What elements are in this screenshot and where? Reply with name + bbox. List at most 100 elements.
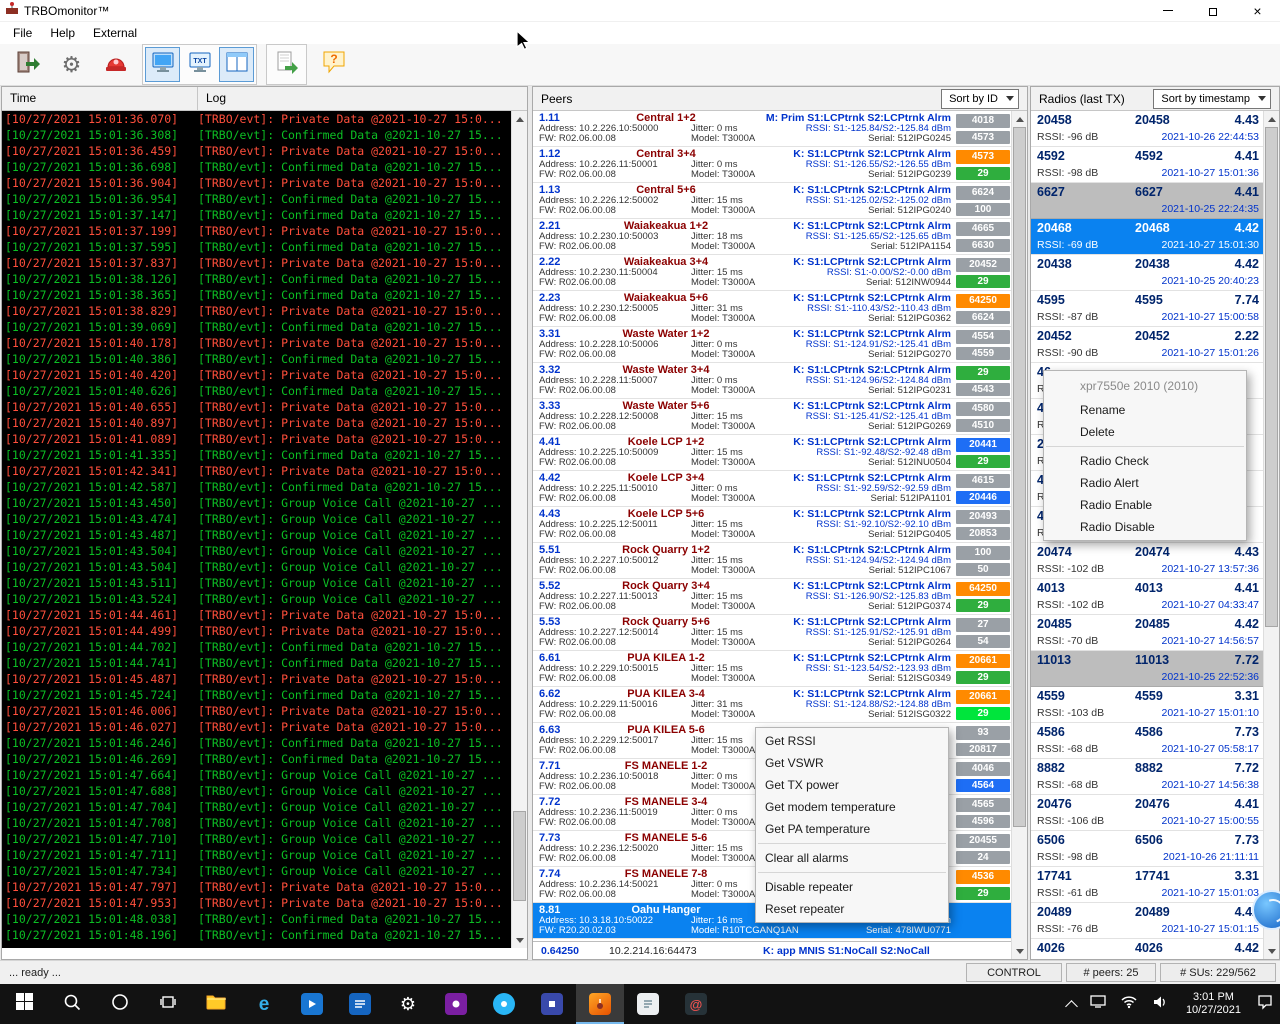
peers-scrollbar[interactable] (1011, 111, 1027, 959)
peer-row[interactable]: 1.12 Central 3+4 K: S1:LCPtrnk S2:LCPtrn… (533, 147, 1013, 183)
mail-app-button[interactable]: @ (672, 984, 720, 1024)
context-menu-item[interactable]: Delete (1044, 421, 1246, 443)
radio-row[interactable]: 4595 4595 7.74 RSSI: -87 dB 2021-10-27 1… (1031, 291, 1265, 327)
scroll-down-arrow[interactable] (1264, 943, 1279, 959)
context-menu-item[interactable]: Get modem temperature (756, 796, 948, 818)
peer-row[interactable]: 1.11 Central 1+2 M: Prim S1:LCPtrnk S2:L… (533, 111, 1013, 147)
search-button[interactable] (48, 984, 96, 1024)
radio-row[interactable]: 4013 4013 4.41 RSSI: -102 dB 2021-10-27 … (1031, 579, 1265, 615)
file-explorer-button[interactable] (192, 984, 240, 1024)
network-tray-button[interactable] (1113, 984, 1145, 1024)
scroll-up-arrow[interactable] (1012, 111, 1027, 127)
radio-row[interactable]: 11013 11013 7.72 2021-10-25 22:52:36 (1031, 651, 1265, 687)
scroll-up-arrow[interactable] (1264, 111, 1279, 127)
peer-row[interactable]: 6.61 PUA KILEA 1-2 K: S1:LCPtrnk S2:LCPt… (533, 651, 1013, 687)
action-center-button[interactable] (1250, 984, 1280, 1024)
context-menu-item[interactable]: Get RSSI (756, 730, 948, 752)
toolbar-export-button[interactable] (269, 47, 304, 82)
radio-row[interactable]: 20452 20452 2.22 RSSI: -90 dB 2021-10-27… (1031, 327, 1265, 363)
toolbar-alarm-button[interactable] (98, 47, 133, 82)
close-button[interactable]: × (1235, 0, 1280, 21)
radio-row[interactable]: 4592 4592 4.41 RSSI: -98 dB 2021-10-27 1… (1031, 147, 1265, 183)
scroll-up-arrow[interactable] (512, 111, 527, 127)
radio-row[interactable]: 4586 4586 7.73 RSSI: -68 dB 2021-10-27 0… (1031, 723, 1265, 759)
cortana-button[interactable] (96, 984, 144, 1024)
context-menu-item[interactable]: Get PA temperature (756, 818, 948, 840)
start-button[interactable] (0, 984, 48, 1024)
edge-button[interactable]: e (240, 984, 288, 1024)
menu-item[interactable]: Help (41, 23, 84, 43)
scrollbar-thumb[interactable] (513, 811, 526, 901)
log-scrollbar[interactable] (511, 111, 527, 948)
toolbar-monitor-view-button[interactable] (145, 47, 180, 82)
peer-row[interactable]: 1.13 Central 5+6 K: S1:LCPtrnk S2:LCPtrn… (533, 183, 1013, 219)
context-menu-item[interactable]: Rename (1044, 399, 1246, 421)
radio-row[interactable]: 20458 20458 4.43 RSSI: -96 dB 2021-10-26… (1031, 111, 1265, 147)
context-menu-item[interactable]: Radio Alert (1044, 472, 1246, 494)
taskbar-clock[interactable]: 3:01 PM 10/27/2021 (1177, 991, 1250, 1017)
scroll-down-arrow[interactable] (512, 932, 527, 948)
document-app-button[interactable] (336, 984, 384, 1024)
peers-footer-row[interactable]: 0.64250 10.2.214.16:64473 K: app MNIS S1… (533, 941, 1013, 959)
context-menu-item[interactable] (758, 872, 946, 873)
hidden-icons-button[interactable] (1060, 984, 1083, 1024)
settings-button[interactable]: ⚙ (384, 984, 432, 1024)
context-menu-item[interactable] (1046, 446, 1244, 447)
peer-row[interactable]: 5.51 Rock Quarry 1+2 K: S1:LCPtrnk S2:LC… (533, 543, 1013, 579)
menu-item[interactable]: External (84, 23, 146, 43)
radio-row[interactable]: 20468 20468 4.42 RSSI: -69 dB 2021-10-27… (1031, 219, 1265, 255)
context-menu-item[interactable]: Radio Disable (1044, 516, 1246, 538)
radio-row[interactable]: 20474 20474 4.43 RSSI: -102 dB 2021-10-2… (1031, 543, 1265, 579)
context-menu-item[interactable]: Disable repeater (756, 876, 948, 898)
radio-row[interactable]: 20489 20489 4.42 RSSI: -76 dB 2021-10-27… (1031, 903, 1265, 939)
trbomonitor-taskbar-button[interactable] (576, 984, 624, 1024)
radio-row[interactable]: 6506 6506 7.73 RSSI: -98 dB 2021-10-26 2… (1031, 831, 1265, 867)
peer-row[interactable]: 3.32 Waste Water 3+4 K: S1:LCPtrnk S2:LC… (533, 363, 1013, 399)
skype-app-button[interactable] (480, 984, 528, 1024)
log-column-log[interactable]: Log (198, 87, 234, 110)
notepad-app-button[interactable] (624, 984, 672, 1024)
peer-row[interactable]: 2.21 Waiakeakua 1+2 K: S1:LCPtrnk S2:LCP… (533, 219, 1013, 255)
media-app-button[interactable] (288, 984, 336, 1024)
toolbar-help-button[interactable]: ? (316, 47, 351, 82)
scrollbar-thumb[interactable] (1265, 127, 1278, 627)
radio-row[interactable]: 20438 20438 4.42 2021-10-25 20:40:23 (1031, 255, 1265, 291)
toolbar-layout-button[interactable] (219, 47, 254, 82)
radios-scrollbar[interactable] (1263, 111, 1279, 959)
scrollbar-thumb[interactable] (1013, 127, 1026, 827)
teams-app-button[interactable] (528, 984, 576, 1024)
context-menu-item[interactable]: Radio Enable (1044, 494, 1246, 516)
peer-row[interactable]: 4.41 Koele LCP 1+2 K: S1:LCPtrnk S2:LCPt… (533, 435, 1013, 471)
peer-row[interactable]: 3.33 Waste Water 5+6 K: S1:LCPtrnk S2:LC… (533, 399, 1013, 435)
peers-sort-select[interactable]: Sort by ID (941, 89, 1019, 109)
peer-row[interactable]: 4.43 Koele LCP 5+6 K: S1:LCPtrnk S2:LCPt… (533, 507, 1013, 543)
context-menu-item[interactable]: Clear all alarms (756, 847, 948, 869)
context-menu-item[interactable]: Radio Check (1044, 450, 1246, 472)
log-column-time[interactable]: Time (2, 87, 197, 110)
context-menu-item[interactable]: Get TX power (756, 774, 948, 796)
restore-button[interactable] (1190, 0, 1235, 21)
toolbar-exit-button[interactable] (10, 47, 45, 82)
radio-row[interactable]: 6627 6627 4.41 2021-10-25 22:24:35 (1031, 183, 1265, 219)
display-tray-button[interactable] (1083, 984, 1113, 1024)
peer-row[interactable]: 5.53 Rock Quarry 5+6 K: S1:LCPtrnk S2:LC… (533, 615, 1013, 651)
radio-row[interactable]: 20476 20476 4.41 RSSI: -106 dB 2021-10-2… (1031, 795, 1265, 831)
peer-row[interactable]: 6.62 PUA KILEA 3-4 K: S1:LCPtrnk S2:LCPt… (533, 687, 1013, 723)
volume-tray-button[interactable] (1145, 984, 1177, 1024)
scroll-down-arrow[interactable] (1012, 943, 1027, 959)
toolbar-text-log-button[interactable]: TXT (182, 47, 217, 82)
peer-row[interactable]: 5.52 Rock Quarry 3+4 K: S1:LCPtrnk S2:LC… (533, 579, 1013, 615)
minimize-button[interactable] (1145, 0, 1190, 21)
peer-row[interactable]: 2.22 Waiakeakua 3+4 K: S1:LCPtrnk S2:LCP… (533, 255, 1013, 291)
toolbar-settings-button[interactable]: ⚙ (54, 47, 89, 82)
menu-item[interactable]: File (4, 23, 41, 43)
radio-row[interactable]: 20485 20485 4.42 RSSI: -70 dB 2021-10-27… (1031, 615, 1265, 651)
context-menu-item[interactable]: Reset repeater (756, 898, 948, 920)
radios-sort-select[interactable]: Sort by timestamp (1153, 89, 1271, 109)
control-button[interactable]: CONTROL (966, 963, 1062, 982)
peer-row[interactable]: 4.42 Koele LCP 3+4 K: S1:LCPtrnk S2:LCPt… (533, 471, 1013, 507)
peer-row[interactable]: 3.31 Waste Water 1+2 K: S1:LCPtrnk S2:LC… (533, 327, 1013, 363)
store-app-button[interactable] (432, 984, 480, 1024)
peer-row[interactable]: 2.23 Waiakeakua 5+6 K: S1:LCPtrnk S2:LCP… (533, 291, 1013, 327)
task-view-button[interactable] (144, 984, 192, 1024)
